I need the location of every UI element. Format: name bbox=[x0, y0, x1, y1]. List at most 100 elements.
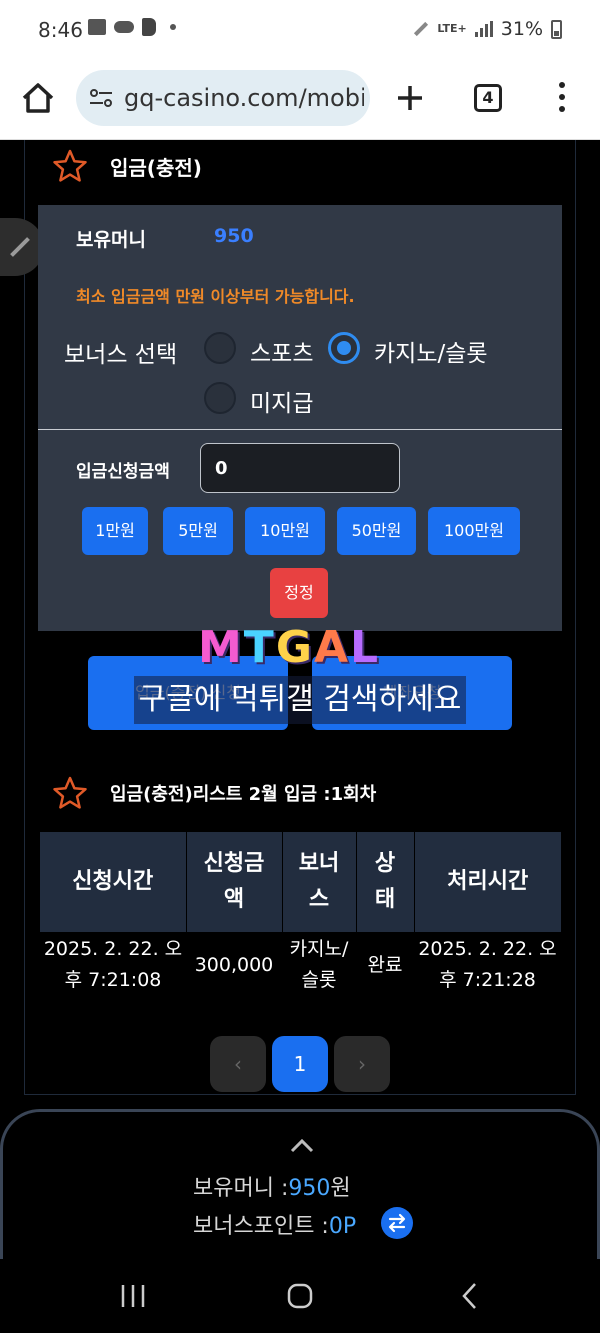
b-app-icon bbox=[142, 18, 156, 36]
cell-line: 후 7:21:08 bbox=[64, 969, 162, 991]
cell-bonus: 카지노/슬롯 bbox=[282, 932, 356, 998]
pagination-next-button[interactable]: › bbox=[334, 1036, 390, 1092]
header-line: 보너 bbox=[298, 851, 340, 876]
balance-drawer: 보유머니 :950원 보너스포인트 :0P bbox=[0, 1109, 600, 1259]
home-nav-icon[interactable] bbox=[285, 1281, 315, 1311]
notification-icons bbox=[88, 18, 176, 36]
table-row: 2025. 2. 22. 오후 7:21:08 300,000 카지노/슬롯 완… bbox=[40, 932, 561, 998]
cell-line: 2025. 2. 22. 오 bbox=[418, 938, 557, 960]
deposit-title: 입금(충전) bbox=[110, 155, 202, 180]
tab-switcher-button[interactable]: 4 bbox=[474, 84, 502, 112]
table-header-row: 신청시간 신청금액 보너스 상태 처리시간 bbox=[40, 832, 561, 932]
clock: 8:46 bbox=[38, 18, 83, 42]
reset-amount-button[interactable]: 정정 bbox=[270, 568, 328, 618]
dot bbox=[559, 94, 565, 100]
swap-points-button[interactable] bbox=[381, 1207, 413, 1239]
cloud-icon bbox=[114, 21, 134, 33]
logo-letter: T bbox=[243, 622, 276, 673]
bonus-select-label: 보너스 선택 bbox=[64, 342, 178, 368]
balance-money-line: 보유머니 :950원 bbox=[193, 1170, 351, 1202]
deposit-section-header: 입금(충전) bbox=[52, 148, 202, 184]
logo-letter: L bbox=[350, 622, 381, 673]
header-line: 상 bbox=[374, 851, 396, 876]
new-tab-button[interactable] bbox=[394, 78, 426, 118]
quick-amount-100k-button[interactable]: 10만원 bbox=[245, 507, 325, 555]
address-bar[interactable]: gq-casino.com/mobi bbox=[76, 70, 370, 126]
bonus-radio-casino-slot[interactable] bbox=[328, 332, 360, 364]
column-header-processed-time: 처리시간 bbox=[414, 832, 561, 932]
header-line: 스 bbox=[308, 887, 330, 912]
dot-icon bbox=[170, 24, 176, 30]
system-navigation-bar bbox=[0, 1259, 600, 1333]
dot bbox=[559, 82, 565, 88]
bonus-option-none-label[interactable]: 미지급 bbox=[250, 384, 313, 418]
watermark-logo: MTGAL bbox=[198, 622, 398, 673]
url-text: gq-casino.com/mobi bbox=[124, 84, 364, 112]
balance-money-value: 950 bbox=[288, 1176, 331, 1201]
battery-percent: 31% bbox=[500, 18, 543, 40]
bonus-radio-none[interactable] bbox=[204, 382, 236, 414]
bonus-option-sports-label[interactable]: 스포츠 bbox=[250, 334, 313, 368]
money-value: 950 bbox=[214, 225, 254, 247]
network-type: LTE+ bbox=[437, 22, 467, 35]
quick-amount-1m-button[interactable]: 100만원 bbox=[428, 507, 520, 555]
recent-apps-icon[interactable] bbox=[118, 1281, 148, 1311]
battery-icon bbox=[551, 19, 562, 39]
back-icon[interactable] bbox=[456, 1281, 486, 1311]
header-line: 신청금 bbox=[203, 851, 265, 876]
header-line: 태 bbox=[374, 887, 396, 912]
deposit-form-panel: 보유머니 950 최소 입금금액 만원 이상부터 가능합니다. 보너스 선택 스… bbox=[38, 205, 562, 631]
balance-money-label: 보유머니 : bbox=[193, 1176, 289, 1201]
bonus-points-line: 보너스포인트 :0P bbox=[193, 1208, 356, 1240]
quick-amount-500k-button[interactable]: 50만원 bbox=[337, 507, 416, 555]
header-line: 액 bbox=[223, 887, 245, 912]
quick-amount-50k-button[interactable]: 5만원 bbox=[163, 507, 233, 555]
column-header-status: 상태 bbox=[356, 832, 415, 932]
watermark-caption: 구글에 먹튀갤 검색하세요 bbox=[134, 676, 466, 724]
star-icon bbox=[53, 149, 87, 182]
logo-letter: G bbox=[275, 622, 314, 673]
history-section-header: 입금(충전)리스트 2월 입금 :1회차 bbox=[52, 775, 376, 811]
bonus-points-value: 0P bbox=[328, 1214, 357, 1239]
browser-toolbar: gq-casino.com/mobi 4 bbox=[0, 60, 600, 140]
signal-icon bbox=[474, 21, 493, 37]
logo-letter: A bbox=[313, 622, 350, 673]
status-bar: 8:46 LTE+ 31% bbox=[0, 0, 600, 60]
cell-line: 후 7:21:28 bbox=[439, 969, 536, 991]
plus-icon bbox=[398, 86, 422, 110]
deposit-history-table: 신청시간 신청금액 보너스 상태 처리시간 2025. 2. 22. 오후 7:… bbox=[40, 832, 561, 998]
column-header-bonus: 보너스 bbox=[282, 832, 357, 932]
divider bbox=[38, 429, 562, 430]
amount-label: 입금신청금액 bbox=[76, 462, 170, 482]
pen-icon bbox=[414, 21, 429, 37]
cell-request-time: 2025. 2. 22. 오후 7:21:08 bbox=[40, 932, 186, 998]
pagination-prev-button[interactable]: ‹ bbox=[210, 1036, 266, 1092]
home-button[interactable] bbox=[18, 78, 58, 118]
pagination-page-1[interactable]: 1 bbox=[272, 1036, 328, 1092]
chevron-up-icon[interactable] bbox=[289, 1136, 315, 1154]
more-menu-button[interactable] bbox=[552, 80, 572, 116]
bonus-radio-sports[interactable] bbox=[204, 332, 236, 364]
money-label: 보유머니 bbox=[76, 229, 146, 251]
column-header-amount: 신청금액 bbox=[186, 832, 283, 932]
cell-line: 2025. 2. 22. 오 bbox=[43, 938, 183, 960]
cell-line: 카지노/ bbox=[289, 938, 349, 960]
column-header-request-time: 신청시간 bbox=[40, 832, 187, 932]
gallery-icon bbox=[88, 19, 106, 35]
minimum-deposit-notice: 최소 입금금액 만원 이상부터 가능합니다. bbox=[76, 287, 355, 306]
pencil-icon bbox=[10, 237, 30, 257]
header-line: 처리시간 bbox=[447, 869, 529, 894]
home-icon bbox=[22, 83, 54, 113]
site-settings-icon[interactable] bbox=[88, 88, 114, 108]
status-right: LTE+ 31% bbox=[413, 18, 562, 40]
swap-icon bbox=[388, 1213, 406, 1233]
quick-amount-10k-button[interactable]: 1만원 bbox=[82, 507, 148, 555]
deposit-amount-input[interactable] bbox=[200, 443, 400, 493]
cell-line: 슬롯 bbox=[301, 969, 337, 991]
bonus-option-casino-slot-label[interactable]: 카지노/슬롯 bbox=[374, 334, 488, 368]
cell-amount: 300,000 bbox=[186, 932, 282, 998]
history-title: 입금(충전)리스트 2월 입금 :1회차 bbox=[110, 784, 377, 805]
balance-money-unit: 원 bbox=[330, 1176, 351, 1201]
star-icon bbox=[53, 776, 87, 809]
logo-letter: M bbox=[198, 622, 244, 673]
